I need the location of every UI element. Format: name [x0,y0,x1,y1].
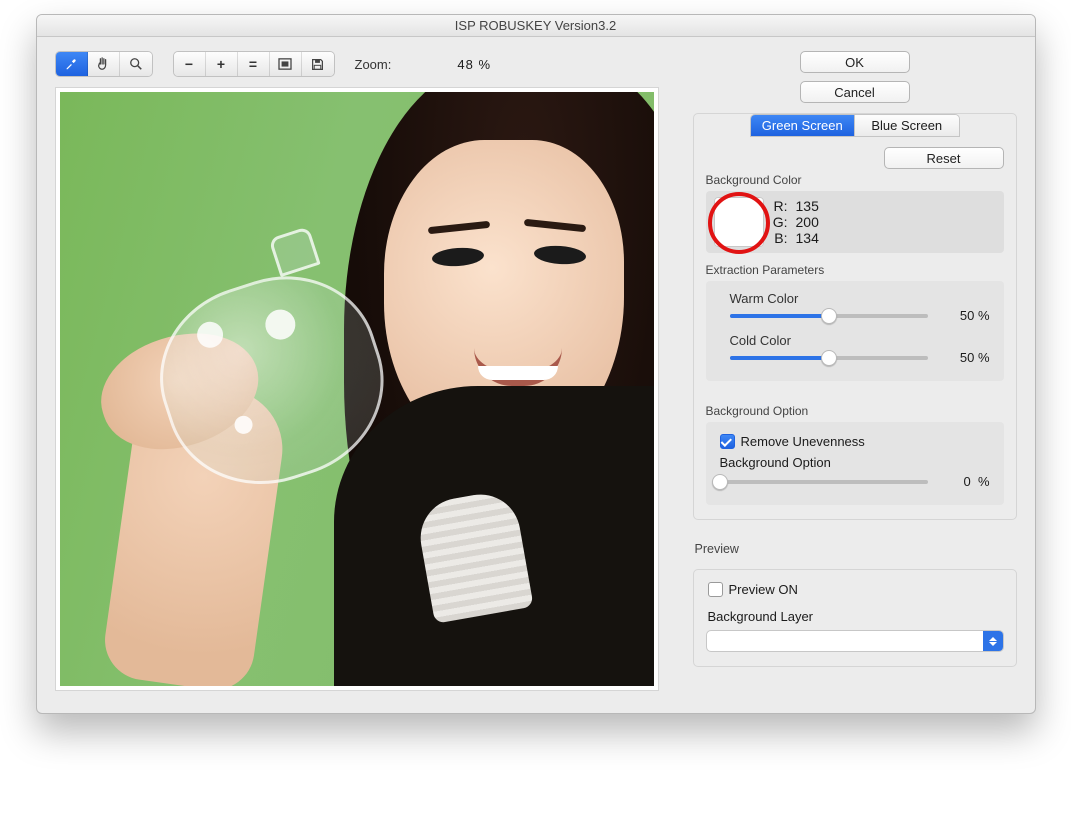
preview-on-checkbox[interactable] [708,582,723,597]
zoom-in-button[interactable]: + [206,52,238,76]
chevron-updown-icon [983,631,1003,651]
hand-icon [96,57,110,71]
cold-label: Cold Color [730,333,992,348]
bg-layer-label: Background Layer [708,609,1004,624]
warm-value: 50 % [938,308,990,323]
eyedropper-tool[interactable] [56,52,88,76]
bgcolor-readout: R:135 G:200 B:134 [770,198,819,246]
bgcolor-r: 135 [796,198,819,214]
bgcolor-well: R:135 G:200 B:134 [706,191,1004,253]
magnifier-icon [129,57,143,71]
preview-image[interactable] [60,92,654,686]
preview-section-label: Preview [695,542,1017,556]
save-icon [311,58,324,71]
extract-well: Warm Color 50 % Cold Color 50 % [706,281,1004,381]
equals-icon: = [249,56,257,72]
zoom-actual-button[interactable] [270,52,302,76]
fullscreen-icon [278,58,292,70]
minus-icon: − [185,56,193,72]
bgcolor-section-label: Background Color [706,173,1004,187]
preview-panel: Preview ON Background Layer [693,569,1017,667]
hand-tool[interactable] [88,52,120,76]
extract-section-label: Extraction Parameters [706,263,1004,277]
cold-value: 50 % [938,350,990,365]
bgcolor-b: 134 [796,230,819,246]
preview-on-label: Preview ON [729,582,798,597]
save-preset-button[interactable] [302,52,334,76]
window-title: ISP ROBUSKEY Version3.2 [455,18,616,33]
plugin-window: ISP ROBUSKEY Version3.2 [36,14,1036,714]
right-panel: OK Cancel Green Screen Blue Screen Reset… [693,51,1017,691]
zoom-tool[interactable] [120,52,152,76]
warm-label: Warm Color [730,291,992,306]
bgopt-value: 0 % [938,474,990,489]
tool-group [55,51,153,77]
bgopt-slider-label: Background Option [720,455,992,470]
zoom-value: 48 % [457,57,491,72]
bg-layer-select[interactable] [706,630,1004,652]
tab-blue-screen[interactable]: Blue Screen [855,115,959,136]
ok-button[interactable]: OK [800,51,910,73]
preview-frame [55,87,659,691]
zoom-group: − + = [173,51,335,77]
remove-unevenness-label: Remove Unevenness [741,434,865,449]
plus-icon: + [217,56,225,72]
toolbar: − + = Zoom: 48 [55,51,675,77]
cancel-button[interactable]: Cancel [800,81,910,103]
eyedropper-icon [64,57,78,71]
left-panel: − + = Zoom: 48 [55,51,675,691]
tab-green-screen[interactable]: Green Screen [751,115,856,136]
bgcolor-swatch[interactable] [714,197,764,247]
bgopt-section-label: Background Option [706,404,1004,418]
zoom-out-button[interactable]: − [174,52,206,76]
zoom-label: Zoom: [355,57,392,72]
cold-slider[interactable] [730,356,928,360]
screen-panel: Green Screen Blue Screen Reset Backgroun… [693,113,1017,520]
reset-button[interactable]: Reset [884,147,1004,169]
warm-slider[interactable] [730,314,928,318]
bgopt-slider[interactable] [720,480,928,484]
bgopt-well: Remove Unevenness Background Option 0 % [706,422,1004,505]
remove-unevenness-checkbox[interactable] [720,434,735,449]
screen-tabs: Green Screen Blue Screen [750,114,960,137]
zoom-fit-button[interactable]: = [238,52,270,76]
title-bar: ISP ROBUSKEY Version3.2 [37,15,1035,37]
bgcolor-g: 200 [796,214,819,230]
